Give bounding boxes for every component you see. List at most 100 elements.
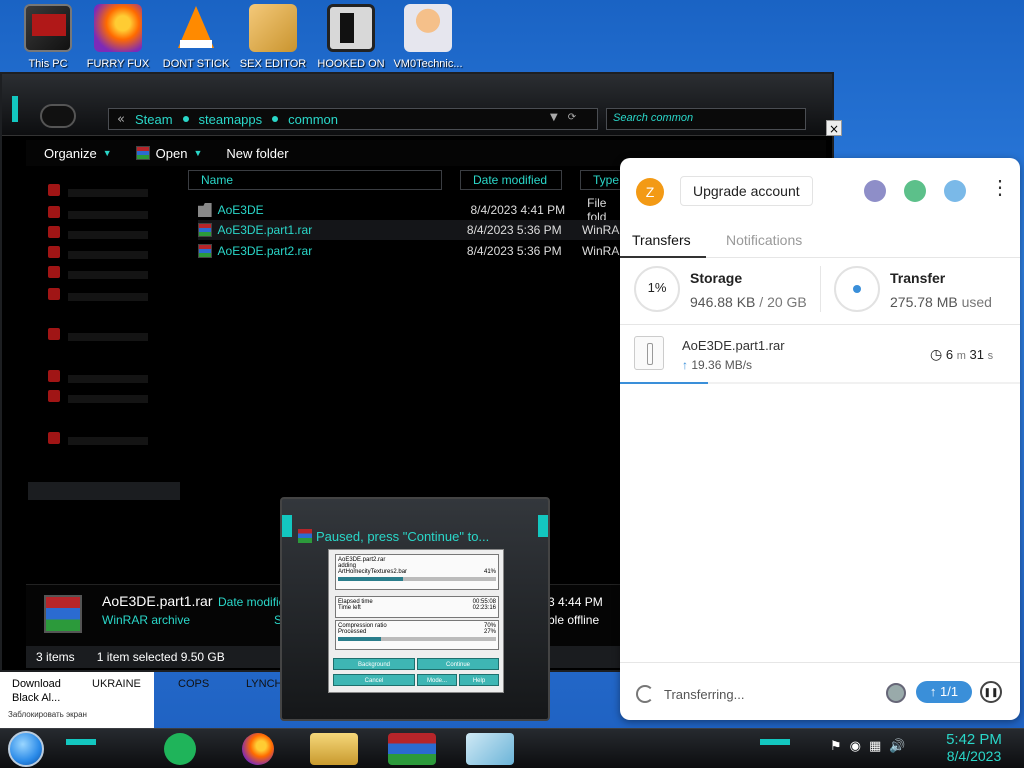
organize-button[interactable]: Organize ▼ [44,146,112,161]
winrar-icon [44,595,82,633]
clock-icon: ◷ [930,346,943,362]
upload-icon[interactable] [944,180,966,202]
desktop-icon-hooked-on[interactable]: HOOKED ON [311,4,391,70]
winrar-icon[interactable] [388,733,436,765]
breadcrumb-steamapps[interactable]: steamapps [199,112,263,127]
winrar-icon [298,529,312,543]
cloud-upload-icon[interactable] [864,180,886,202]
current-file-box: AoE3DE.part2.rar adding ArtHomecityTextu… [335,554,499,590]
nav-item[interactable] [48,390,178,406]
upload-count-badge[interactable]: ↑ 1/1 [916,681,972,703]
nav-icon [48,266,60,278]
details-file-name: AoE3DE.part1.rar [102,593,213,609]
winrar-icon [135,146,150,160]
avatar[interactable]: Z [636,178,664,206]
transfer-ring [834,266,880,312]
address-dropdown-icon[interactable]: ▼⟳ [550,112,586,123]
nav-item[interactable] [48,288,178,304]
widget-tab[interactable]: COPS [178,678,209,690]
mode-button[interactable]: Mode... [417,674,457,686]
nav-selected-item[interactable] [28,482,180,500]
sync-icon[interactable] [904,180,926,202]
file-explorer-icon[interactable] [310,733,358,765]
nav-icon [48,390,60,402]
details-time: 3 4:44 PM [548,595,603,609]
upgrade-account-button[interactable]: Upgrade account [680,176,813,206]
column-date-modified[interactable]: Date modified [460,170,562,190]
desktop-icon-vlc[interactable]: DONT STICK [156,4,236,70]
hxd-icon [249,4,297,52]
tab-transfers[interactable]: Transfers [632,232,691,248]
nav-item[interactable] [48,370,178,386]
frame-accent [282,515,292,537]
active-tab-indicator [620,256,706,258]
open-button[interactable]: Open ▼ [135,146,202,161]
explorer-titlebar: « Steam steamapps common ▼⟳ Search commo… [2,74,832,136]
help-button[interactable]: Help [459,674,499,686]
item-count: 3 items [36,650,75,664]
mega-transfer-panel: Z Upgrade account ⋮ Transfers Notificati… [620,158,1020,720]
winrar-icon [198,244,212,258]
details-file-type: WinRAR archive [102,613,191,627]
notes-app-icon[interactable] [164,733,196,765]
close-icon[interactable]: × [826,120,842,136]
storage-value: 946.88 KB / 20 GB [690,294,807,310]
transfer-file-name[interactable]: AoE3DE.part1.rar [682,338,785,353]
breadcrumb-separator [182,116,189,122]
speed-limit-icon[interactable] [886,683,906,703]
pause-icon[interactable]: ❚❚ [980,681,1002,703]
time-box: Elapsed time 00:55:08 Time left 02:23:16 [335,596,499,618]
start-button[interactable] [8,731,44,767]
file-row[interactable]: AoE3DE 8/4/2023 4:41 PM File fold [198,196,628,224]
winrar-icon [198,223,212,237]
divider [620,324,1020,325]
frame-accent [538,515,548,537]
column-name[interactable]: Name [188,170,442,190]
background-button[interactable]: Background [333,658,415,670]
nav-item[interactable] [48,246,178,262]
breadcrumb-separator [272,116,279,122]
transfer-value: 275.78 MB used [890,294,992,310]
recent-locations-icon[interactable]: « [117,112,125,127]
continue-button[interactable]: Continue [417,658,499,670]
nav-item[interactable] [48,226,178,242]
nav-item[interactable] [48,184,178,200]
system-tray[interactable]: ⚑◉▦🔊 [830,739,913,754]
desktop-icons: This PC FURRY FUX DONT STICK SEX EDITOR … [0,0,480,78]
cancel-button[interactable]: Cancel [333,674,415,686]
panel-footer: Transferring... ↑ 1/1 ❚❚ [620,662,1020,720]
firefox-icon [94,4,142,52]
nav-item[interactable] [48,328,178,344]
nav-icon [48,288,60,300]
file-row[interactable]: AoE3DE.part2.rar 8/4/2023 5:36 PM WinRAR [198,241,628,261]
tab-notifications[interactable]: Notifications [726,232,802,248]
clock[interactable]: 5:42 PM 8/4/2023 [934,731,1014,764]
new-folder-button[interactable]: New folder [226,146,288,161]
breadcrumb-common[interactable]: common [288,112,338,127]
more-menu-icon[interactable]: ⋮ [990,178,1010,198]
widget-tab[interactable]: LYNCH [246,678,282,690]
app-icon[interactable] [466,733,514,765]
search-input[interactable]: Search common [606,108,806,130]
file-row[interactable]: AoE3DE.part1.rar 8/4/2023 5:36 PM WinRAR [198,220,628,240]
desktop-icon-vm0[interactable]: VM0Technic... [388,4,468,70]
nav-item[interactable] [48,432,178,448]
desktop-icon-firefox[interactable]: FURRY FUX [78,4,158,70]
folder-icon [198,203,212,217]
desktop-icon-this-pc[interactable]: This PC [8,4,88,70]
back-forward-icon[interactable] [40,104,76,128]
taskbar-accent [66,739,96,745]
desktop-icon-hxd[interactable]: SEX EDITOR [233,4,313,70]
breadcrumb-steam[interactable]: Steam [135,112,173,127]
time-remaining: ◷ 6 m 31 s [930,346,994,362]
firefox-icon[interactable] [242,733,274,765]
widget-tab[interactable]: UKRAINE [92,678,141,690]
nav-item[interactable] [48,266,178,282]
transfer-status: Transferring... [664,687,745,702]
taskbar-accent [760,739,790,745]
address-bar[interactable]: « Steam steamapps common [108,108,598,130]
nav-icon [48,184,60,196]
widget-tabs: UKRAINE COPS LYNCH [0,676,300,692]
chevron-down-icon: ▼ [102,148,112,158]
nav-item[interactable] [48,206,178,222]
